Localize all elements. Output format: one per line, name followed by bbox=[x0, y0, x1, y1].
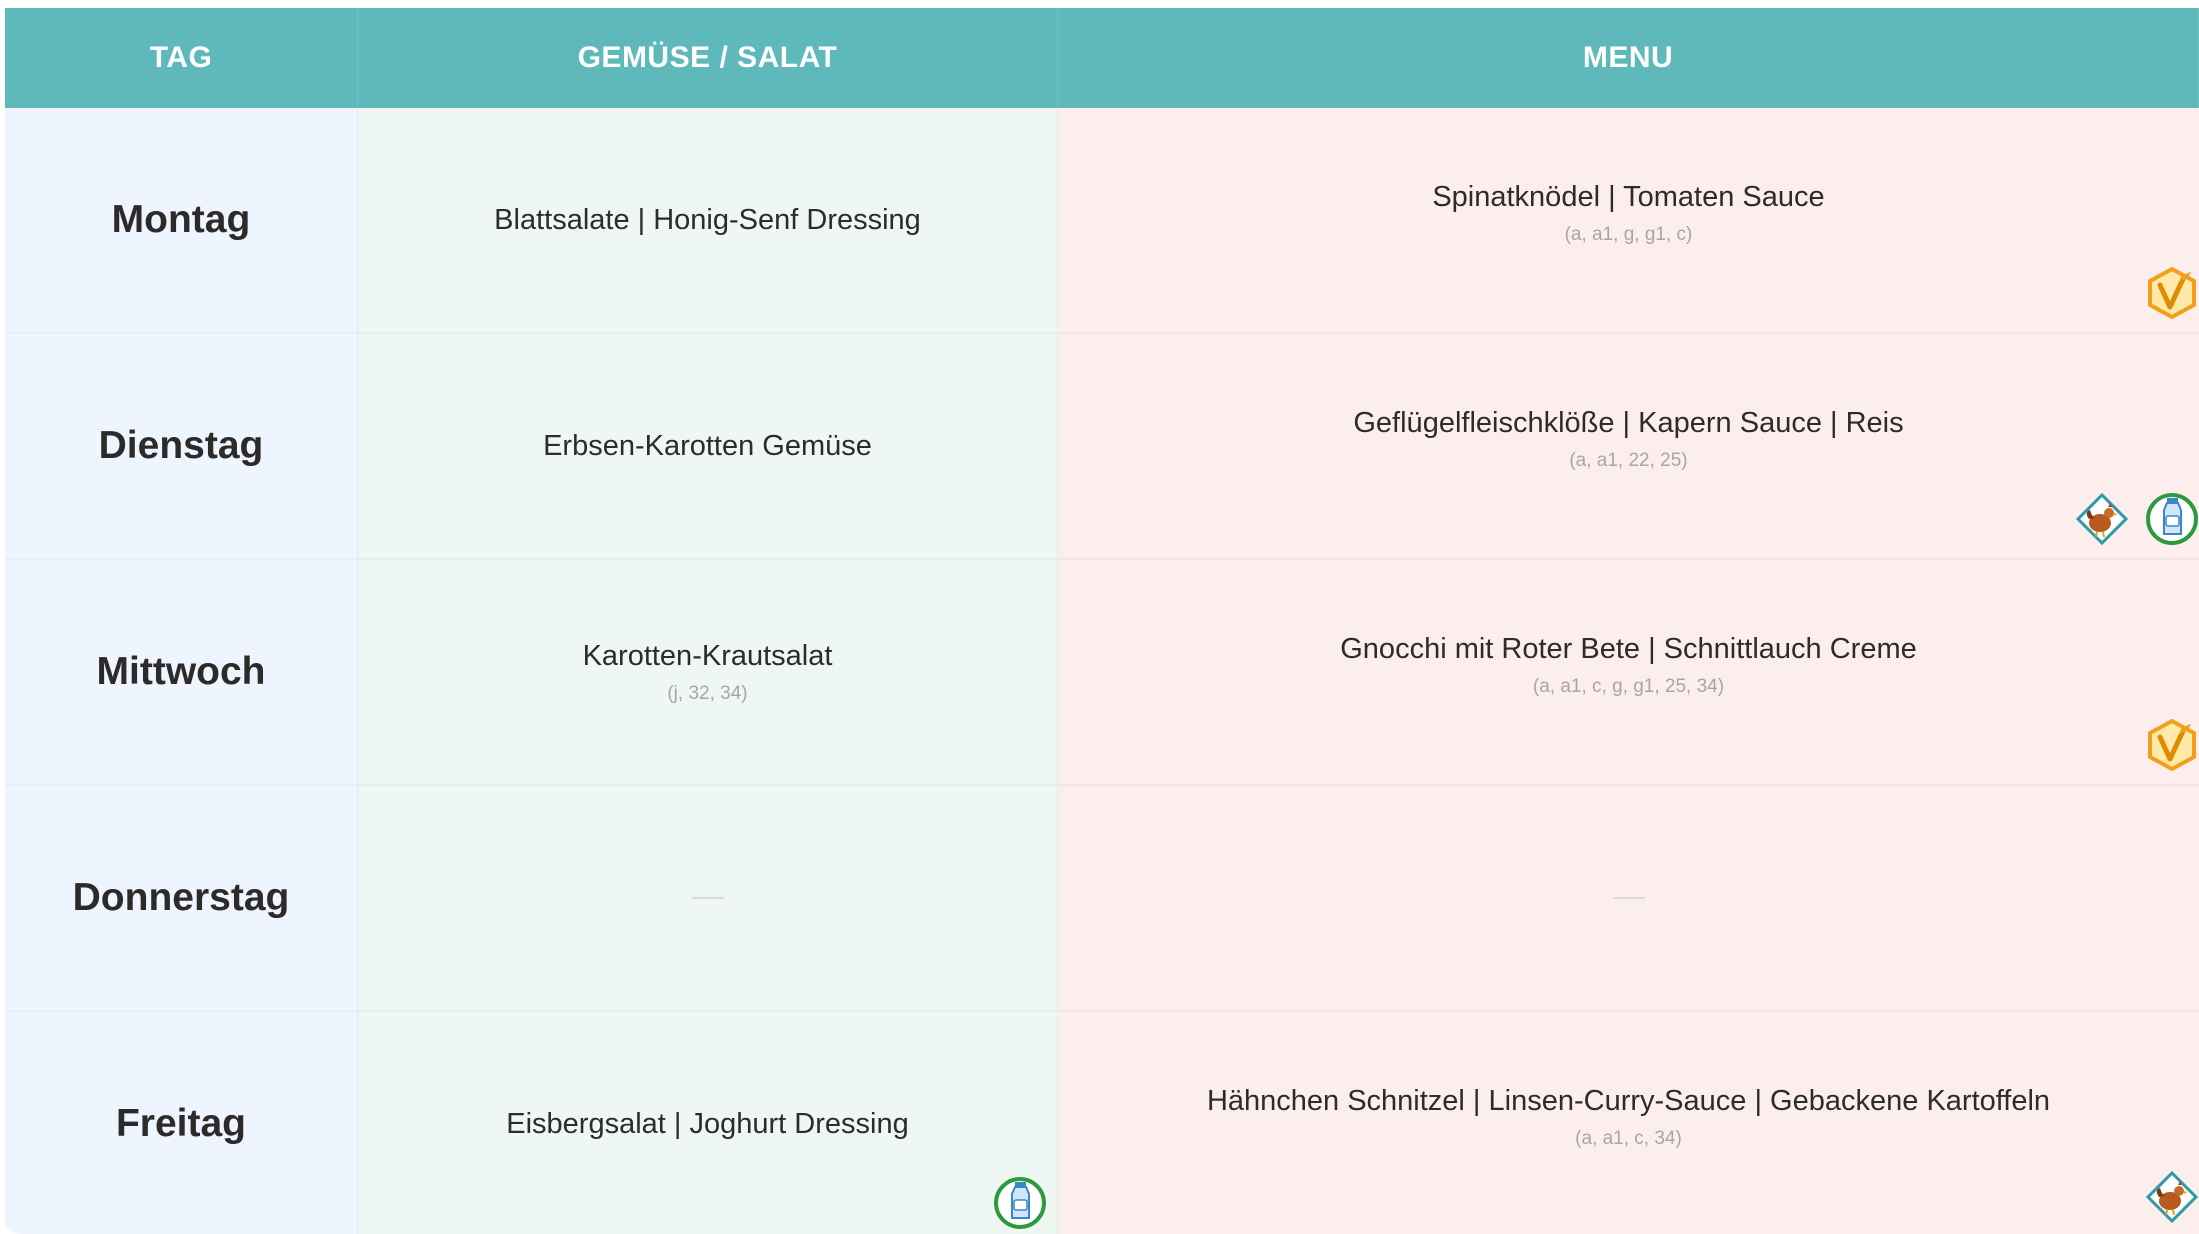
menu-badges bbox=[2145, 266, 2199, 320]
veg-cell-thursday bbox=[358, 786, 1058, 1012]
menu-cell-tuesday: Geflügelfleischklöße | Kapern Sauce | Re… bbox=[1058, 334, 2199, 560]
menu-cell-friday: Hähnchen Schnitzel | Linsen-Curry-Sauce … bbox=[1058, 1012, 2199, 1234]
menu-dish: Spinatknödel | Tomaten Sauce bbox=[1432, 180, 1825, 213]
menu-allergens: (a, a1, g, g1, c) bbox=[1564, 224, 1693, 246]
menu-cell-wednesday: Gnocchi mit Roter Bete | Schnittlauch Cr… bbox=[1058, 560, 2199, 786]
veg-allergens: (j, 32, 34) bbox=[667, 683, 748, 705]
header-menu: MENU bbox=[1058, 8, 2199, 108]
veg-dish: Eisbergsalat | Joghurt Dressing bbox=[506, 1107, 909, 1140]
milk-icon bbox=[993, 1176, 1047, 1230]
menu-allergens: (a, a1, c, g, g1, 25, 34) bbox=[1532, 676, 1725, 698]
veg-cell-tuesday: Erbsen-Karotten Gemüse bbox=[358, 334, 1058, 560]
menu-dish: Geflügelfleischklöße | Kapern Sauce | Re… bbox=[1353, 406, 1904, 439]
milk-icon bbox=[2145, 492, 2199, 546]
empty-placeholder-dash bbox=[691, 897, 724, 899]
menu-dish: Gnocchi mit Roter Bete | Schnittlauch Cr… bbox=[1340, 632, 1917, 665]
menu-badges bbox=[2145, 1170, 2199, 1224]
menu-badges bbox=[2145, 718, 2199, 772]
day-cell-monday: Montag bbox=[5, 108, 358, 334]
menu-cell-thursday bbox=[1058, 786, 2199, 1012]
veg-cell-friday: Eisbergsalat | Joghurt Dressing bbox=[358, 1012, 1058, 1234]
day-cell-tuesday: Dienstag bbox=[5, 334, 358, 560]
veg-badges bbox=[993, 1176, 1047, 1230]
menu-badges bbox=[2075, 492, 2199, 546]
menu-cell-monday: Spinatknödel | Tomaten Sauce (a, a1, g, … bbox=[1058, 108, 2199, 334]
veg-dish: Karotten-Krautsalat bbox=[582, 639, 833, 672]
day-cell-friday: Freitag bbox=[5, 1012, 358, 1234]
empty-placeholder-dash bbox=[1612, 897, 1645, 899]
veg-cell-wednesday: Karotten-Krautsalat (j, 32, 34) bbox=[358, 560, 1058, 786]
chicken-icon bbox=[2075, 492, 2129, 546]
menu-dish: Hähnchen Schnitzel | Linsen-Curry-Sauce … bbox=[1206, 1084, 2051, 1117]
veg-dish: Erbsen-Karotten Gemüse bbox=[543, 429, 872, 462]
vegetarian-icon bbox=[2145, 718, 2199, 772]
veg-dish: Blattsalate | Honig-Senf Dressing bbox=[494, 203, 921, 236]
header-vegetables-salad: GEMÜSE / SALAT bbox=[358, 8, 1058, 108]
header-day: TAG bbox=[5, 8, 358, 108]
vegetarian-icon bbox=[2145, 266, 2199, 320]
chicken-icon bbox=[2145, 1170, 2199, 1224]
day-cell-wednesday: Mittwoch bbox=[5, 560, 358, 786]
menu-table: TAG GEMÜSE / SALAT MENU Montag Blattsala… bbox=[5, 8, 2199, 1234]
menu-allergens: (a, a1, 22, 25) bbox=[1569, 450, 1688, 472]
menu-allergens: (a, a1, c, 34) bbox=[1575, 1128, 1682, 1150]
day-cell-thursday: Donnerstag bbox=[5, 786, 358, 1012]
veg-cell-monday: Blattsalate | Honig-Senf Dressing bbox=[358, 108, 1058, 334]
